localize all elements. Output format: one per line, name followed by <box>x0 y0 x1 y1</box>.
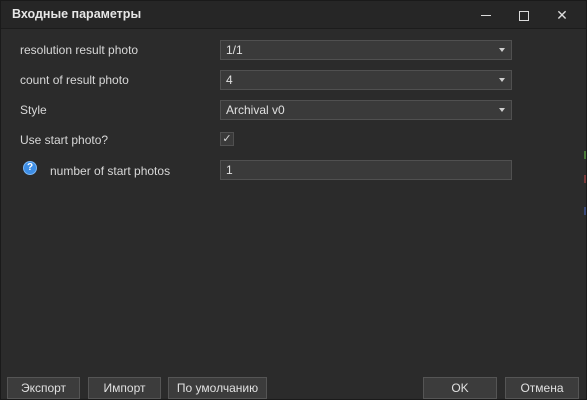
window-title: Входные параметры <box>12 7 142 21</box>
style-value: Archival v0 <box>226 103 285 117</box>
help-glyph: ? <box>26 162 34 173</box>
cancel-button[interactable]: Отмена <box>505 377 579 399</box>
count-value: 4 <box>226 73 233 87</box>
defaults-button[interactable]: По умолчанию <box>168 377 267 399</box>
chevron-down-icon <box>499 48 505 52</box>
check-icon: ✓ <box>222 133 232 145</box>
style-select[interactable]: Archival v0 <box>220 100 512 120</box>
minimize-button[interactable] <box>469 1 503 29</box>
resolution-value: 1/1 <box>226 43 243 57</box>
start-photos-input[interactable]: 1 <box>220 160 512 180</box>
resolution-select[interactable]: 1/1 <box>220 40 512 60</box>
count-select[interactable]: 4 <box>220 70 512 90</box>
start-photos-value: 1 <box>226 163 233 177</box>
chevron-down-icon <box>499 108 505 112</box>
dialog-window: Входные параметры ✕ resolution result ph… <box>0 0 587 400</box>
count-label: count of result photo <box>20 73 129 87</box>
start-photos-label: number of start photos <box>50 164 171 178</box>
button-bar: Экспорт Импорт По умолчанию OK Отмена <box>1 373 586 399</box>
edge-artifact <box>584 151 586 231</box>
use-start-photo-label: Use start photo? <box>20 133 109 147</box>
ok-button[interactable]: OK <box>423 377 497 399</box>
import-button[interactable]: Импорт <box>88 377 161 399</box>
close-button[interactable]: ✕ <box>545 1 579 29</box>
help-icon[interactable]: ? <box>23 161 37 175</box>
use-start-photo-checkbox[interactable]: ✓ <box>220 132 234 146</box>
close-icon: ✕ <box>556 7 568 23</box>
maximize-icon <box>519 10 529 21</box>
title-bar[interactable]: Входные параметры ✕ <box>1 1 586 29</box>
maximize-button[interactable] <box>507 1 541 29</box>
resolution-label: resolution result photo <box>20 43 139 57</box>
minimize-icon <box>481 15 491 17</box>
style-label: Style <box>20 103 47 117</box>
export-button[interactable]: Экспорт <box>7 377 80 399</box>
chevron-down-icon <box>499 78 505 82</box>
